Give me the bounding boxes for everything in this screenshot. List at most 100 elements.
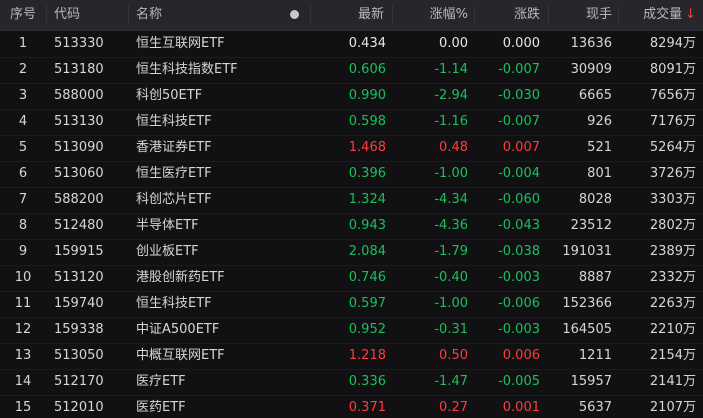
header-price[interactable]: 最新 (314, 0, 384, 30)
table-row[interactable]: 11 159740 恒生科技ETF 0.597 -1.00 -0.006 152366 226… (0, 291, 703, 318)
table-row[interactable]: 15 512010 医药ETF 0.371 0.27 0.001 5637 2107万 (0, 395, 703, 418)
cell-price: 1.218 (348, 348, 386, 363)
cell-pct: 0.00 (439, 36, 468, 51)
table-row[interactable]: 13 513050 中概互联网ETF 1.218 0.50 0.006 1211 2154万 (0, 343, 703, 370)
cell-volume-now: 6665 (578, 88, 612, 103)
cell-index: 7 (18, 192, 28, 207)
cell-price: 2.084 (348, 244, 386, 259)
cell-index: 1 (18, 36, 28, 51)
cell-code: 512010 (54, 400, 104, 415)
table-row[interactable]: 12 159338 中证A500ETF 0.952 -0.31 -0.003 164505 2… (0, 317, 703, 344)
cell-change: -0.004 (498, 166, 540, 181)
cell-name: 恒生互联网ETF (136, 36, 225, 51)
header-divider (392, 5, 393, 25)
cell-change: 0.001 (502, 400, 540, 415)
cell-pct: 0.27 (439, 400, 468, 415)
cell-index: 13 (14, 348, 32, 363)
cell-name: 香港证券ETF (136, 140, 212, 155)
cell-pct: -1.47 (434, 374, 468, 389)
cell-name: 半导体ETF (136, 218, 199, 233)
cell-index: 8 (18, 218, 28, 233)
dot-column-header[interactable] (284, 0, 304, 30)
table-row[interactable]: 5 513090 香港证券ETF 1.468 0.48 0.007 521 5264万 (0, 135, 703, 162)
cell-pct: 0.50 (439, 348, 468, 363)
cell-code: 513050 (54, 348, 104, 363)
header-code[interactable]: 代码 (54, 0, 124, 30)
cell-volume: 2141万 (649, 374, 696, 389)
table-row[interactable]: 8 512480 半导体ETF 0.943 -4.36 -0.043 23512 2802万 (0, 213, 703, 240)
quote-table: 序号 代码 名称 最新 涨幅% 涨跌 现手 成交量 ↓ 1 513330 恒生互联网E… (0, 0, 703, 418)
cell-volume-now: 521 (587, 140, 612, 155)
table-row[interactable]: 7 588200 科创芯片ETF 1.324 -4.34 -0.060 8028 3303万 (0, 187, 703, 214)
cell-pct: 0.48 (439, 140, 468, 155)
header-volume-label: 成交量 (643, 7, 683, 22)
cell-code: 513130 (54, 114, 104, 129)
table-row[interactable]: 1 513330 恒生互联网ETF 0.434 0.00 0.000 13636 8294万 (0, 31, 703, 58)
dot-icon (289, 10, 299, 19)
cell-volume-now: 5637 (578, 400, 612, 415)
header-volume[interactable]: 成交量 ↓ (624, 0, 696, 30)
cell-volume-now: 1211 (578, 348, 612, 363)
cell-price: 0.746 (348, 270, 386, 285)
cell-volume: 7656万 (649, 88, 696, 103)
table-row[interactable]: 9 159915 创业板ETF 2.084 -1.79 -0.038 191031 2389万 (0, 239, 703, 266)
cell-volume: 2389万 (649, 244, 696, 259)
cell-code: 513120 (54, 270, 104, 285)
cell-name: 科创芯片ETF (136, 192, 212, 207)
header-divider (310, 5, 311, 25)
table-row[interactable]: 10 513120 港股创新药ETF 0.746 -0.40 -0.003 8887 2332… (0, 265, 703, 292)
cell-name: 恒生科技ETF (136, 296, 212, 311)
cell-volume: 3303万 (649, 192, 696, 207)
cell-volume: 2802万 (649, 218, 696, 233)
cell-pct: -1.00 (434, 166, 468, 181)
cell-index: 12 (14, 322, 32, 337)
cell-index: 6 (18, 166, 28, 181)
cell-change: -0.003 (498, 322, 540, 337)
header-volume-now[interactable]: 现手 (556, 0, 612, 30)
cell-name: 创业板ETF (136, 244, 199, 259)
cell-name: 港股创新药ETF (136, 270, 225, 285)
table-row[interactable]: 2 513180 恒生科技指数ETF 0.606 -1.14 -0.007 30909 809… (0, 57, 703, 84)
cell-change: 0.007 (502, 140, 540, 155)
cell-pct: -1.00 (434, 296, 468, 311)
cell-volume-now: 15957 (570, 374, 612, 389)
cell-volume: 8294万 (649, 36, 696, 51)
cell-code: 513180 (54, 62, 104, 77)
table-row[interactable]: 4 513130 恒生科技ETF 0.598 -1.16 -0.007 926 7176万 (0, 109, 703, 136)
cell-change: -0.038 (498, 244, 540, 259)
cell-volume-now: 191031 (562, 244, 612, 259)
header-pct[interactable]: 涨幅% (400, 0, 468, 30)
cell-volume: 5264万 (649, 140, 696, 155)
cell-index: 9 (18, 244, 28, 259)
cell-volume: 7176万 (649, 114, 696, 129)
cell-volume-now: 13636 (570, 36, 612, 51)
header-index[interactable]: 序号 (0, 0, 46, 30)
cell-code: 159740 (54, 296, 104, 311)
cell-change: 0.000 (502, 36, 540, 51)
header-divider (128, 5, 129, 25)
table-row[interactable]: 14 512170 医疗ETF 0.336 -1.47 -0.005 15957 2141万 (0, 369, 703, 396)
cell-code: 513330 (54, 36, 104, 51)
cell-index: 14 (14, 374, 32, 389)
table-row[interactable]: 6 513060 恒生医疗ETF 0.396 -1.00 -0.004 801 3726万 (0, 161, 703, 188)
table-row[interactable]: 3 588000 科创50ETF 0.990 -2.94 -0.030 6665 7656万 (0, 83, 703, 110)
cell-price: 0.952 (348, 322, 386, 337)
cell-price: 0.943 (348, 218, 386, 233)
cell-price: 0.434 (348, 36, 386, 51)
cell-name: 中概互联网ETF (136, 348, 225, 363)
cell-pct: -2.94 (434, 88, 468, 103)
cell-index: 3 (18, 88, 28, 103)
cell-index: 11 (14, 296, 32, 311)
cell-pct: -4.34 (434, 192, 468, 207)
cell-pct: -4.36 (434, 218, 468, 233)
header-divider (548, 5, 549, 25)
cell-name: 恒生医疗ETF (136, 166, 212, 181)
header-name[interactable]: 名称 (136, 0, 236, 30)
cell-volume-now: 801 (587, 166, 612, 181)
header-change[interactable]: 涨跌 (480, 0, 540, 30)
header-divider (474, 5, 475, 25)
cell-change: -0.043 (498, 218, 540, 233)
table-header: 序号 代码 名称 最新 涨幅% 涨跌 现手 成交量 ↓ (0, 0, 703, 31)
cell-pct: -0.31 (434, 322, 468, 337)
cell-code: 588000 (54, 88, 104, 103)
